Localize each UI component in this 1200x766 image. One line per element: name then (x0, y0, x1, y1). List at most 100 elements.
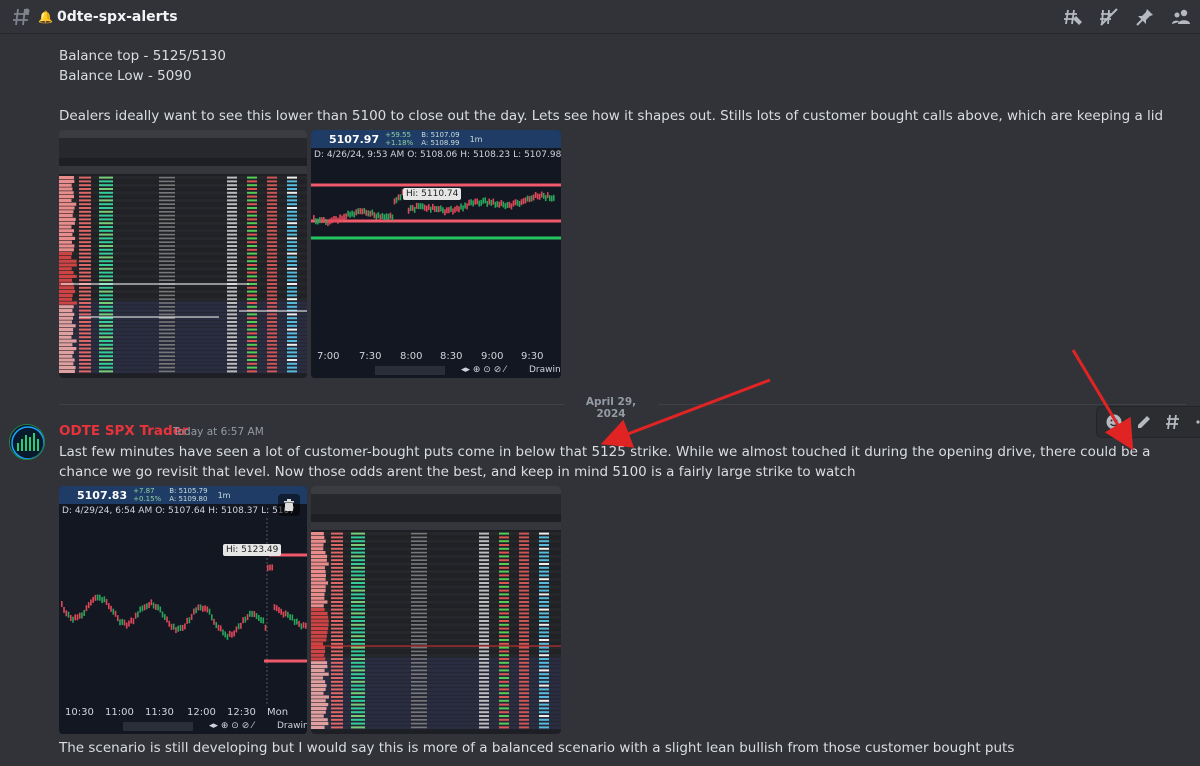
interval-selector[interactable]: 1m (218, 491, 231, 500)
pixel-block (247, 264, 257, 266)
avatar[interactable] (9, 424, 45, 460)
members-icon[interactable] (1170, 6, 1192, 28)
pixel-block (539, 532, 549, 535)
option-chain-image-1[interactable] (59, 130, 307, 378)
pixel-block (425, 205, 428, 212)
pixel-block (99, 226, 113, 228)
price-chart-1[interactable]: 5107.97 +59.55 +1.18% B: 5107.09 A: 5108.9… (311, 130, 561, 378)
message-timestamp[interactable]: Today at 6:57 AM (173, 426, 264, 438)
edit-icon[interactable] (1135, 412, 1153, 432)
pixel-block (539, 646, 549, 649)
pixel-block (99, 248, 113, 251)
pixel-block (539, 684, 549, 687)
threads-icon[interactable] (1062, 6, 1084, 28)
pixel-block (159, 355, 175, 357)
drawing-tool[interactable]: Drawing (277, 721, 307, 731)
pixel-block (514, 199, 517, 206)
date-divider-line (658, 404, 1186, 405)
channel-hash-icon (10, 6, 32, 28)
pixel-block (267, 366, 277, 369)
pixel-block (159, 214, 175, 217)
more-options-icon[interactable] (1195, 412, 1200, 432)
pixel-block (512, 200, 515, 207)
pixel-block (99, 264, 113, 266)
pixel-block (351, 688, 365, 691)
pixel-block (479, 555, 489, 558)
pixel-block (397, 194, 400, 201)
pixel-block (383, 214, 386, 221)
pixel-block (130, 617, 132, 624)
pixel-block (311, 535, 325, 539)
pixel-block (246, 614, 249, 621)
pixel-block (99, 184, 113, 187)
pixel-block (79, 355, 91, 358)
pixel-block (351, 532, 365, 535)
pixel-block (287, 229, 297, 232)
pixel-block (313, 215, 315, 222)
pixel-block (519, 718, 529, 721)
pixel-block (539, 726, 549, 729)
pixel-block (247, 279, 257, 282)
pin-icon[interactable] (1134, 6, 1156, 28)
pixel-block (247, 256, 257, 259)
pixel-block (407, 207, 410, 214)
pixel-block (83, 609, 85, 616)
pixel-block (247, 355, 257, 358)
pixel-block (159, 203, 175, 205)
pixel-block (486, 200, 489, 207)
pixel-block (506, 201, 509, 208)
chart-tools-icons[interactable]: ◂▸ ⊕ ⊙ ⊘ ⁄ (461, 365, 506, 375)
pixel-block (287, 256, 297, 259)
pixel-block (206, 606, 209, 613)
pixel-block (415, 202, 418, 209)
interval-selector[interactable]: 1m (470, 135, 483, 144)
chart-scrollbar[interactable] (123, 722, 193, 731)
pixel-block (479, 726, 489, 729)
pixel-block (227, 184, 237, 187)
pixel-block (534, 191, 537, 198)
pixel-block (278, 607, 280, 614)
trash-icon[interactable] (278, 494, 300, 516)
pixel-block (159, 344, 175, 346)
pixel-block (59, 297, 73, 301)
chart-tools-icons[interactable]: ◂▸ ⊕ ⊙ ⊘ ⁄ (209, 721, 254, 731)
pixel-block (101, 597, 103, 604)
pixel-block (519, 544, 529, 546)
pixel-block (76, 614, 79, 621)
pixel-block (247, 317, 257, 320)
pixel-block (519, 559, 529, 562)
ohlc-readout: D: 4/29/24, 6:54 AM O: 5107.64 H: 5108.3… (59, 504, 307, 518)
thread-icon[interactable] (1165, 412, 1183, 432)
pixel-block (287, 351, 297, 354)
add-reaction-icon[interactable] (1105, 412, 1123, 432)
pixel-block (99, 214, 113, 217)
author-name[interactable]: ODTE SPX Trader (59, 423, 189, 439)
mute-icon[interactable] (1098, 6, 1120, 28)
pixel-block (351, 669, 365, 672)
pixel-block (331, 566, 343, 569)
channel-title[interactable]: 🔔 0dte-spx-alerts (38, 9, 178, 25)
drawing-tool[interactable]: Drawing (529, 365, 561, 375)
pixel-block (311, 657, 326, 661)
pixel-block (267, 324, 277, 327)
pixel-block (539, 696, 549, 698)
pixel-block (317, 218, 319, 225)
pixel-block (159, 256, 175, 259)
pixel-block (311, 558, 327, 562)
pixel-block (351, 726, 365, 729)
pixel-block (343, 213, 345, 220)
price-chart-2[interactable]: 5107.83 +7.87 +0.15% B: 5105.79 A: 5109.80… (59, 486, 307, 734)
pixel-block (267, 336, 277, 339)
pixel-block (369, 210, 372, 217)
pixel-block (479, 608, 489, 611)
pixel-block (411, 646, 427, 649)
pixel-block (159, 606, 162, 613)
chart-scrollbar[interactable] (375, 366, 445, 375)
pixel-block (351, 210, 353, 217)
pixel-block (159, 321, 175, 323)
pixel-block (499, 620, 509, 622)
pixel-block (519, 696, 529, 698)
option-chain-image-2[interactable] (311, 486, 561, 734)
pixel-block (539, 570, 549, 573)
pixel-block (59, 331, 74, 335)
